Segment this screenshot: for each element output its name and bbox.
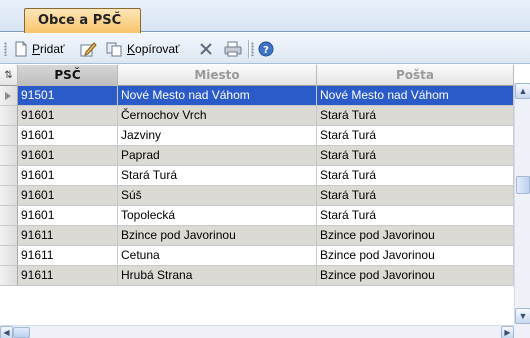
delete-icon: [200, 42, 212, 55]
scroll-down-icon[interactable]: ▼: [515, 308, 530, 324]
tab-label: Obce a PSČ: [38, 13, 122, 28]
new-document-icon: [15, 41, 27, 56]
print-icon: [224, 41, 242, 56]
horizontal-scrollbar[interactable]: ◀ ▶: [0, 325, 514, 338]
cell-posta[interactable]: Nové Mesto nad Váhom: [317, 86, 514, 106]
grid-body: 91501 Nové Mesto nad Váhom Nové Mesto nad …: [0, 86, 514, 325]
cell-psc[interactable]: 91611: [18, 226, 118, 246]
help-icon: ?: [258, 41, 274, 56]
cell-psc[interactable]: 91601: [18, 206, 118, 226]
row-selector[interactable]: [0, 246, 18, 266]
row-selector[interactable]: [0, 166, 18, 186]
add-label: ridať: [40, 41, 65, 56]
cell-miesto[interactable]: Jazviny: [118, 126, 317, 146]
cell-posta[interactable]: Stará Turá: [317, 206, 514, 226]
cell-posta[interactable]: Stará Turá: [317, 126, 514, 146]
cell-miesto[interactable]: Bzince pod Javorinou: [118, 226, 317, 246]
toolbar-grip-2: [251, 42, 254, 56]
table-row[interactable]: 91611 Bzince pod Javorinou Bzince pod Javo…: [0, 226, 514, 246]
delete-button[interactable]: [198, 38, 214, 59]
table-row[interactable]: 91601 Paprad Stará Turá: [0, 146, 514, 166]
svg-text:?: ?: [263, 45, 269, 56]
row-selector[interactable]: [0, 226, 18, 246]
cell-posta[interactable]: Stará Turá: [317, 166, 514, 186]
cell-psc[interactable]: 91601: [18, 166, 118, 186]
vertical-scroll-thumb[interactable]: [516, 176, 530, 194]
row-selector[interactable]: [0, 186, 18, 206]
add-button[interactable]: Pridať: [14, 38, 65, 59]
cell-posta[interactable]: Bzince pod Javorinou: [317, 266, 514, 286]
row-selector[interactable]: [0, 206, 18, 226]
cell-psc[interactable]: 91601: [18, 186, 118, 206]
cell-posta[interactable]: Stará Turá: [317, 146, 514, 166]
tab-obce-a-psc[interactable]: Obce a PSČ: [24, 8, 141, 33]
cell-posta[interactable]: Stará Turá: [317, 186, 514, 206]
print-button[interactable]: [224, 38, 242, 59]
row-selector[interactable]: [0, 126, 18, 146]
row-selector[interactable]: [0, 146, 18, 166]
column-header-posta[interactable]: Pošta: [317, 65, 514, 86]
copy-accel: K: [127, 41, 136, 56]
cell-posta[interactable]: Bzince pod Javorinou: [317, 226, 514, 246]
table-row[interactable]: 91611 Hrubá Strana Bzince pod Javorinou: [0, 266, 514, 286]
scroll-up-icon[interactable]: ▲: [515, 83, 530, 99]
cell-miesto[interactable]: Hrubá Strana: [118, 266, 317, 286]
toolbar-grip[interactable]: [4, 42, 7, 56]
table-row[interactable]: 91501 Nové Mesto nad Váhom Nové Mesto nad …: [0, 86, 514, 106]
cell-miesto[interactable]: Paprad: [118, 146, 317, 166]
cell-psc[interactable]: 91501: [18, 86, 118, 106]
scroll-left-icon[interactable]: ◀: [0, 326, 13, 338]
copy-label: opírovať: [135, 41, 180, 56]
cell-miesto[interactable]: Černochov Vrch: [118, 106, 317, 126]
cell-miesto[interactable]: Nové Mesto nad Váhom: [118, 86, 317, 106]
grid-header: ⇅ PSČ Miesto Pošta: [0, 65, 514, 86]
horizontal-scroll-thumb[interactable]: [13, 327, 30, 338]
cell-psc[interactable]: 91611: [18, 266, 118, 286]
cell-psc[interactable]: 91601: [18, 146, 118, 166]
scrollbar-corner: [514, 324, 530, 338]
table-row[interactable]: 91611 Cetuna Bzince pod Javorinou: [0, 246, 514, 266]
copy-button[interactable]: Kopírovať: [106, 38, 180, 59]
copy-icon: [106, 42, 122, 56]
toolbar-separator: [248, 40, 249, 58]
column-header-psc[interactable]: PSČ: [18, 65, 118, 86]
table-row[interactable]: 91601 Černochov Vrch Stará Turá: [0, 106, 514, 126]
cell-miesto[interactable]: Stará Turá: [118, 166, 317, 186]
add-accel: P: [32, 41, 41, 56]
cell-posta[interactable]: Stará Turá: [317, 106, 514, 126]
vertical-scrollbar[interactable]: ▲ ▼: [514, 83, 530, 324]
column-header-miesto[interactable]: Miesto: [118, 65, 317, 86]
table-row[interactable]: 91601 Topolecká Stará Turá: [0, 206, 514, 226]
data-grid: ⇅ PSČ Miesto Pošta 91501 Nové Mesto nad V…: [0, 65, 530, 338]
edit-icon: [80, 41, 97, 56]
current-row-arrow-icon: [5, 92, 11, 100]
row-selector[interactable]: [0, 86, 18, 106]
table-row[interactable]: 91601 Jazviny Stará Turá: [0, 126, 514, 146]
cell-psc[interactable]: 91611: [18, 246, 118, 266]
help-button[interactable]: ?: [258, 38, 274, 59]
edit-button[interactable]: [80, 38, 97, 59]
toolbar: Pridať Kopírovať ?: [0, 33, 530, 64]
table-row[interactable]: 91601 Súš Stará Turá: [0, 186, 514, 206]
cell-miesto[interactable]: Cetuna: [118, 246, 317, 266]
cell-miesto[interactable]: Súš: [118, 186, 317, 206]
sort-corner-icon[interactable]: ⇅: [0, 65, 18, 86]
tab-strip: Obce a PSČ: [0, 0, 530, 33]
cell-miesto[interactable]: Topolecká: [118, 206, 317, 226]
table-row[interactable]: 91601 Stará Turá Stará Turá: [0, 166, 514, 186]
cell-psc[interactable]: 91601: [18, 126, 118, 146]
row-selector[interactable]: [0, 106, 18, 126]
scroll-right-icon[interactable]: ▶: [501, 326, 514, 338]
row-selector[interactable]: [0, 266, 18, 286]
cell-posta[interactable]: Bzince pod Javorinou: [317, 246, 514, 266]
cell-psc[interactable]: 91601: [18, 106, 118, 126]
